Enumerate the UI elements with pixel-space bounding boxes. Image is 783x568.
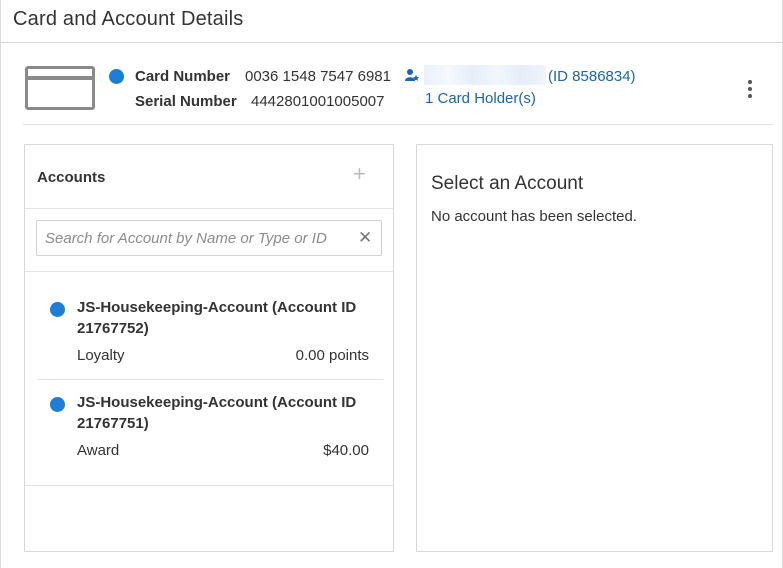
account-name: JS-Housekeeping-Account (Account ID 2176… [77, 299, 357, 337]
accounts-title: Accounts [37, 169, 106, 186]
card-holders-link[interactable]: 1 Card Holder(s) [425, 90, 536, 107]
card-holder-id-link[interactable]: (ID 8586834) [548, 68, 636, 85]
more-vertical-icon[interactable] [746, 80, 754, 102]
card-number-label: Card Number [135, 68, 231, 85]
account-detail-panel: Select an Account No account has been se… [416, 144, 773, 552]
account-status-indicator [50, 397, 65, 412]
account-list-item[interactable]: JS-Housekeeping-Account (Account ID 2176… [37, 297, 383, 377]
detail-empty-message: No account has been selected. [431, 208, 637, 225]
accounts-header: Accounts + [25, 145, 393, 209]
account-search-input[interactable] [36, 220, 382, 256]
account-balance: $40.00 [323, 442, 369, 459]
account-search-bar: ✕ [25, 209, 393, 272]
page-title: Card and Account Details [1, 0, 782, 43]
list-divider [37, 379, 383, 380]
list-divider [25, 485, 393, 486]
account-type: Loyalty [77, 347, 125, 364]
card-number-value: 0036 1548 7547 6981 [245, 68, 391, 85]
account-balance: 0.00 points [295, 347, 369, 364]
account-name: JS-Housekeeping-Account (Account ID 2176… [77, 394, 357, 432]
card-holder-name-redacted [424, 65, 546, 85]
card-summary: Card Number 0036 1548 7547 6981 Serial N… [23, 53, 773, 125]
account-status-indicator [50, 302, 65, 317]
plus-icon[interactable]: + [353, 161, 366, 187]
serial-number-value: 4442801001005007 [251, 93, 385, 110]
card-account-details-page: Card and Account Details Card Number 003… [0, 0, 783, 568]
serial-number-label: Serial Number [135, 93, 237, 110]
account-type: Award [77, 442, 120, 459]
card-holder-icon [405, 69, 419, 81]
credit-card-icon [25, 66, 95, 110]
detail-title: Select an Account [431, 173, 584, 194]
card-status-indicator [109, 69, 124, 84]
account-list-item[interactable]: JS-Housekeeping-Account (Account ID 2176… [37, 392, 383, 472]
close-icon[interactable]: ✕ [358, 228, 372, 248]
accounts-panel: Accounts + ✕ JS-Housekeeping-Account (Ac… [24, 144, 394, 552]
